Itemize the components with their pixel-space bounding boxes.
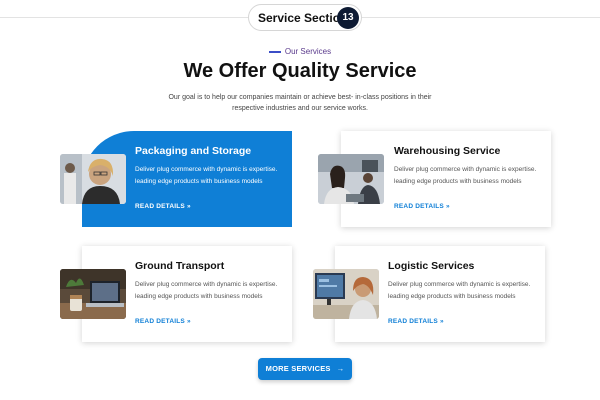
- eyebrow-dash: [268, 51, 281, 53]
- double-chevron-icon: »: [186, 203, 191, 210]
- card-title: Packaging and Storage: [135, 145, 252, 157]
- section-number-badge: 13: [337, 7, 359, 29]
- read-details-link[interactable]: READ DETAILS»: [394, 203, 450, 210]
- laptop-coffee-photo: [60, 269, 126, 319]
- double-chevron-icon: »: [186, 318, 191, 325]
- read-details-label: READ DETAILS: [135, 203, 185, 210]
- read-details-link[interactable]: READ DETAILS»: [135, 318, 191, 325]
- woman-at-monitor-photo: [313, 269, 379, 319]
- card-text: Deliver plug commerce with dynamic is ex…: [135, 281, 278, 300]
- card-title: Logistic Services: [388, 260, 475, 272]
- double-chevron-icon: »: [439, 318, 444, 325]
- read-details-link[interactable]: READ DETAILS»: [135, 203, 191, 210]
- card-text: Deliver plug commerce with dynamic is ex…: [388, 281, 531, 300]
- section-tag: Service Section 13: [248, 4, 362, 31]
- section-description: Our goal is to help our companies mainta…: [168, 94, 432, 112]
- page-title: We Offer Quality Service: [183, 60, 417, 82]
- card-title: Warehousing Service: [394, 145, 501, 157]
- read-details-link[interactable]: READ DETAILS»: [388, 318, 444, 325]
- more-services-label: MORE SERVICES: [265, 364, 331, 373]
- office-meeting-photo: [318, 154, 384, 204]
- read-details-label: READ DETAILS: [135, 318, 185, 325]
- read-details-label: READ DETAILS: [394, 203, 444, 210]
- card-text: Deliver plug commerce with dynamic is ex…: [394, 166, 537, 185]
- eyebrow-text: Our Services: [284, 47, 332, 56]
- more-services-button[interactable]: MORE SERVICES →: [258, 358, 352, 380]
- eyebrow: Our Services: [0, 47, 600, 56]
- card-title: Ground Transport: [135, 260, 225, 272]
- section-tag-label: Service Section: [258, 11, 348, 25]
- arrow-right-icon: →: [336, 364, 345, 373]
- read-details-label: READ DETAILS: [388, 318, 438, 325]
- woman-with-glasses-photo: [60, 154, 126, 204]
- card-text: Deliver plug commerce with dynamic is ex…: [135, 166, 278, 185]
- double-chevron-icon: »: [445, 203, 450, 210]
